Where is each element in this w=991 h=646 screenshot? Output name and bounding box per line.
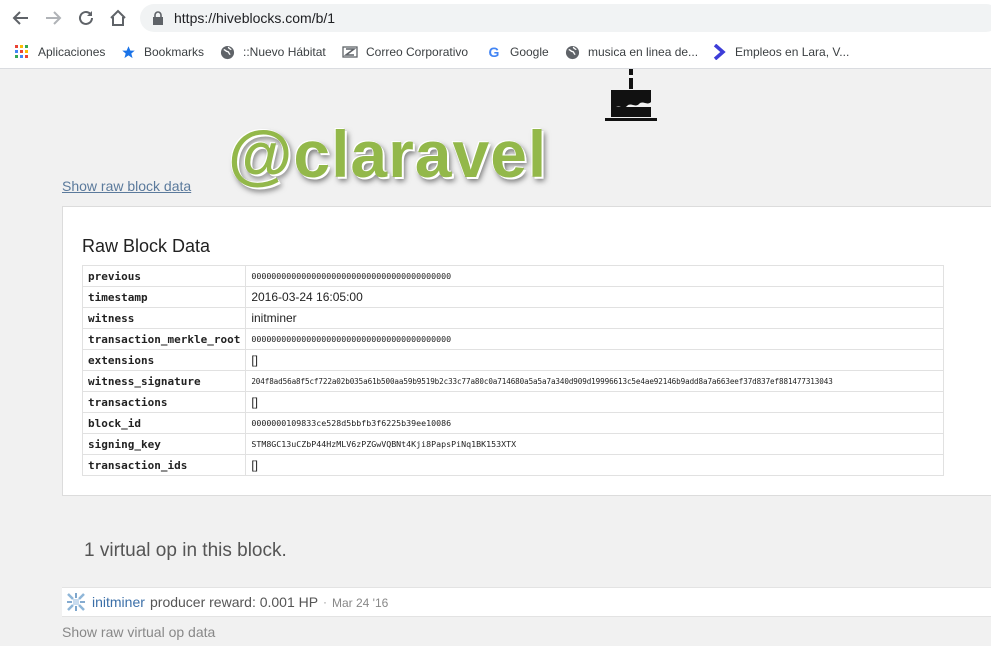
table-row: witness initminer	[81, 307, 944, 329]
url-text: https://hiveblocks.com/b/1	[174, 10, 336, 26]
bookmark-label: Google	[510, 45, 549, 59]
apps-grid-icon	[14, 44, 30, 60]
bookmark-empleos[interactable]: Empleos en Lara, V...	[711, 42, 849, 62]
row-key: signing_key	[81, 433, 247, 455]
row-value: []	[245, 454, 944, 476]
bookmark-label: musica en linea de...	[588, 45, 699, 59]
bookmark-correo-corporativo[interactable]: Correo Corporativo	[342, 42, 468, 62]
globe-icon	[564, 44, 580, 60]
bookmark-musica[interactable]: musica en linea de...	[564, 42, 698, 62]
row-key: block_id	[81, 412, 247, 434]
row-value: []	[245, 349, 944, 371]
row-value: initminer	[245, 307, 944, 329]
table-row: timestamp 2016-03-24 16:05:00	[81, 286, 944, 308]
bookmark-label: Bookmarks	[144, 45, 205, 59]
lock-icon	[153, 11, 163, 25]
watermark-text: @claravel	[228, 117, 548, 191]
table-row: transaction_ids[]	[81, 454, 944, 476]
vop-separator: ·	[323, 595, 327, 609]
table-row: previous 00000000000000000000000000000000…	[81, 265, 944, 287]
table-row: transaction_merkle_root 00000000000000000…	[81, 328, 944, 350]
globe-icon	[219, 44, 235, 60]
row-key: transaction_ids	[81, 454, 247, 476]
row-value: []	[245, 391, 944, 413]
back-arrow-icon	[12, 11, 28, 25]
show-raw-block-link[interactable]: Show raw block data	[62, 178, 191, 194]
bookmark-google[interactable]: G Google	[486, 42, 549, 62]
bookmark-label: ::Nuevo Hábitat	[243, 45, 326, 59]
star-icon	[120, 44, 136, 60]
row-value: 0000000000000000000000000000000000000000	[245, 265, 944, 287]
browser-toolbar: https://hiveblocks.com/b/1	[0, 0, 991, 37]
zimbra-icon	[342, 44, 358, 60]
reload-button[interactable]	[74, 6, 98, 30]
table-row: witness_signature 204f8ad56a8f5cf722a02b0…	[81, 370, 944, 392]
panel-title: Raw Block Data	[82, 236, 211, 256]
row-key: witness	[81, 307, 247, 329]
vop-date: Mar 24 '16	[332, 596, 389, 610]
bookmark-label: Empleos en Lara, V...	[735, 45, 850, 59]
vop-user-link[interactable]: initminer	[92, 594, 145, 610]
bookmark-label: Aplicaciones	[38, 45, 106, 59]
address-bar[interactable]: https://hiveblocks.com/b/1	[140, 4, 991, 32]
back-button[interactable]	[9, 6, 33, 30]
bookmark-label: Correo Corporativo	[366, 45, 469, 59]
forward-arrow-icon	[46, 11, 62, 25]
arrow-logo-icon	[711, 44, 727, 60]
raw-block-table: previous 00000000000000000000000000000000…	[81, 265, 944, 476]
bookmark-bookmarks[interactable]: Bookmarks	[120, 42, 204, 62]
show-raw-vop-link[interactable]: Show raw virtual op data	[62, 624, 215, 640]
google-icon: G	[488, 44, 500, 60]
row-key: transaction_merkle_root	[81, 328, 247, 350]
row-key: witness_signature	[81, 370, 247, 392]
table-row: extensions[]	[81, 349, 944, 371]
bookmarks-bar: Aplicaciones Bookmarks ::Nuevo Hábitat C…	[0, 37, 991, 69]
virtual-op-row: initminer producer reward: 0.001 HP · Ma…	[62, 587, 991, 617]
table-row: signing_key STM8GC13uCZbP44HzMLV6zPZGwVQB…	[81, 433, 944, 455]
reload-icon	[79, 10, 93, 25]
row-value: 204f8ad56a8f5cf722a02b035a61b500aa59b951…	[245, 370, 944, 392]
home-icon	[110, 9, 126, 26]
bookmark-nuevo-habitat[interactable]: ::Nuevo Hábitat	[219, 42, 326, 62]
row-value: 2016-03-24 16:05:00	[245, 286, 944, 308]
row-key: extensions	[81, 349, 247, 371]
raw-block-panel: Raw Block Data previous 00000000000000000…	[62, 206, 991, 496]
home-button[interactable]	[106, 6, 130, 30]
table-row: transactions[]	[81, 391, 944, 413]
vop-description: producer reward: 0.001 HP	[150, 594, 319, 610]
row-value: 0000000109833ce528d5bbfb3f6225b39ee10086	[245, 412, 944, 434]
row-key: transactions	[81, 391, 247, 413]
bookmark-aplicaciones[interactable]: Aplicaciones	[14, 42, 105, 62]
row-key: timestamp	[81, 286, 247, 308]
row-value: 0000000000000000000000000000000000000000	[245, 328, 944, 350]
forward-button[interactable]	[41, 6, 65, 30]
row-value: STM8GC13uCZbP44HzMLV6zPZGwVQBNt4Kji8Paps…	[245, 433, 944, 455]
identicon-avatar	[67, 593, 85, 611]
table-row: block_id 0000000109833ce528d5bbfb3f6225b3…	[81, 412, 944, 434]
virtual-ops-heading: 1 virtual op in this block.	[84, 540, 287, 561]
cake-icon	[603, 68, 659, 122]
row-key: previous	[81, 265, 247, 287]
